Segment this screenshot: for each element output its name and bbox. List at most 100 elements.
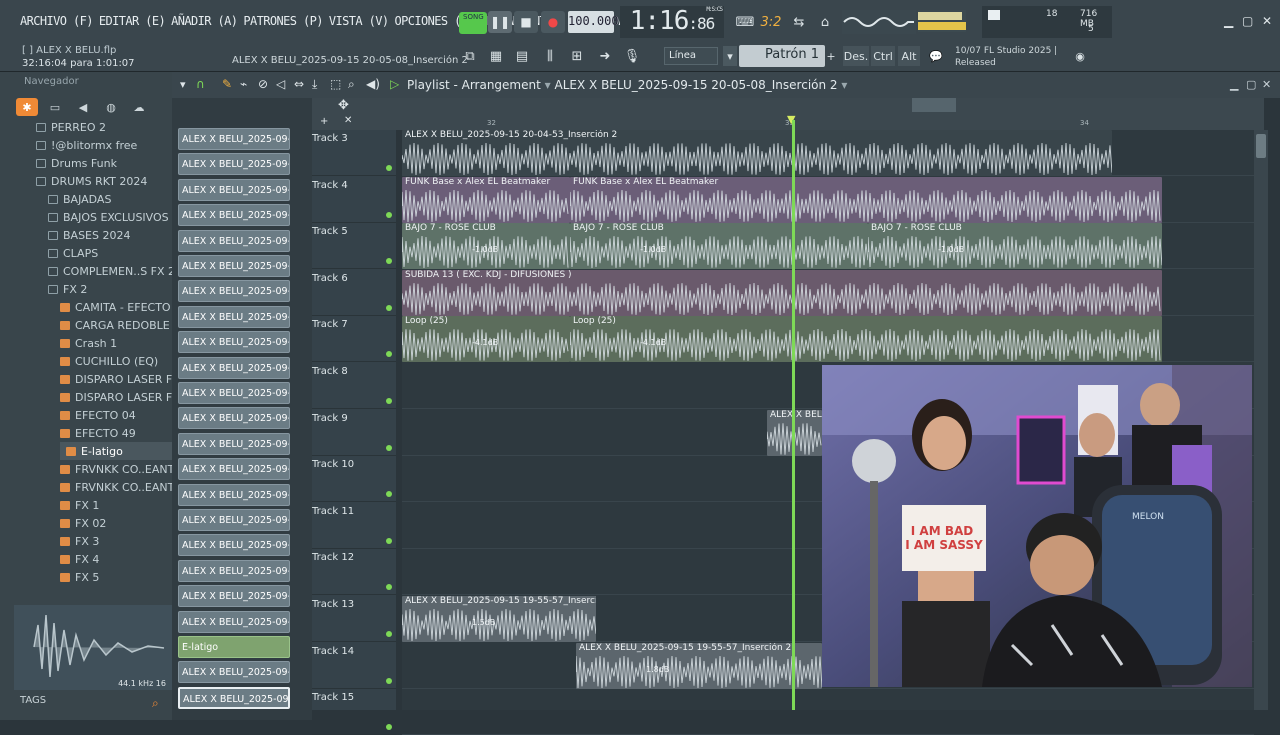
loop-record-icon[interactable]: ⇆ xyxy=(788,12,810,32)
track-mute-led[interactable] xyxy=(386,398,392,404)
browser-item[interactable]: Crash 1 xyxy=(60,334,117,352)
track-mute-led[interactable] xyxy=(386,677,392,684)
channel-button[interactable]: ALEX X BELU_2025-09-15... xyxy=(178,559,290,582)
playhead[interactable] xyxy=(792,120,795,710)
audio-clip[interactable]: BAJO 7 - ROSE CLUB -1.0dB xyxy=(570,223,868,270)
brush-icon[interactable]: ⌁ xyxy=(240,77,247,91)
play-arrow-icon[interactable]: ▷ xyxy=(390,77,399,91)
delete-icon[interactable]: ⊘ xyxy=(258,77,268,91)
browser-item[interactable]: Drums Funk xyxy=(36,154,117,172)
browser-item[interactable]: FX 02 xyxy=(60,514,106,532)
track-header[interactable]: Track 3 xyxy=(312,130,396,176)
track-mute-led[interactable] xyxy=(386,444,392,451)
track-mute-led[interactable] xyxy=(386,537,392,544)
keyboard-icon[interactable]: ⌨ xyxy=(734,12,756,32)
audio-clip[interactable]: ALEX X BELU_2025-09-15 19-55-57_Inserció… xyxy=(576,642,822,689)
playlist-view-icon[interactable]: ⧉ xyxy=(459,46,481,66)
browser-item[interactable]: E-latigo xyxy=(60,442,172,460)
browser-item[interactable]: COMPLEMEN..S FX 2024 xyxy=(48,262,172,280)
alt-button[interactable]: Alt xyxy=(898,46,920,66)
snap-mode-select[interactable]: Línea xyxy=(664,47,718,65)
add-pattern-button[interactable]: + xyxy=(825,46,837,66)
audio-clip[interactable]: ALEX X BELU_2025-09-15 20-04-53_Inserció… xyxy=(402,130,1112,176)
playback-icon[interactable]: ◀) xyxy=(366,77,380,91)
track-mute-led[interactable] xyxy=(386,491,392,498)
overview-scroll[interactable] xyxy=(912,98,956,112)
track-mute-led[interactable] xyxy=(386,631,392,637)
search-icon[interactable]: ⌕ xyxy=(152,696,159,711)
browser-item[interactable]: FX 2 xyxy=(48,280,87,298)
audio-clip[interactable]: Loop (25) -4.1dB xyxy=(570,316,1162,363)
channel-button[interactable]: ALEX X BELU_2025-09-15... xyxy=(178,458,290,481)
arrow-icon[interactable]: ➜ xyxy=(594,46,616,66)
zoom-icon[interactable]: ⌕ xyxy=(348,77,355,92)
globe-tab-icon[interactable]: ◍ xyxy=(100,98,122,116)
browser-item[interactable]: FRVNKK CO..EANTEO 2 xyxy=(60,478,172,496)
channel-button[interactable]: ALEX X BELU_2025-09-15... xyxy=(178,229,290,252)
channel-button[interactable]: ALEX X BELU_2025-09-15... xyxy=(178,483,290,506)
channel-button[interactable]: ALEX X BELU_2025-09-15... xyxy=(178,661,290,684)
channel-button[interactable]: ALEX X BELU_2025-09-15... xyxy=(178,153,290,176)
browser-item[interactable]: EFECTO 49 xyxy=(60,424,136,442)
record-button[interactable]: ● xyxy=(541,11,565,33)
track-mute-led[interactable] xyxy=(386,351,392,358)
master-volume-meter[interactable] xyxy=(918,10,966,32)
audio-clip[interactable]: FUNK Base x Alex EL Beatmaker xyxy=(402,176,570,223)
pattern-song-toggle[interactable]: SONG xyxy=(459,12,487,34)
browser-item[interactable]: EFECTO 04 xyxy=(60,406,136,424)
all-icon[interactable]: ✱ xyxy=(16,98,38,116)
browser-item[interactable]: FRVNKK CO..EANTEO 1 xyxy=(60,460,172,478)
browser-item[interactable]: DISPARO LASER FX xyxy=(60,388,172,406)
channel-rack-icon[interactable]: ▦ xyxy=(485,46,507,66)
audio-clip[interactable]: BAJO 7 - ROSE CLUB -1.0dB xyxy=(402,223,570,270)
pattern-prev[interactable]: ▾ xyxy=(723,46,737,66)
news-panel[interactable]: 10/07 FL Studio 2025 | Released xyxy=(955,45,1057,69)
add-track-icon[interactable]: + xyxy=(320,116,328,127)
vertical-scrollbar[interactable] xyxy=(1254,130,1268,710)
audio-clip[interactable]: SUBIDA 13 ( EXC. KDJ - DIFUSIONES ) xyxy=(402,269,1162,316)
pencil-icon[interactable]: ✎ xyxy=(222,77,232,91)
menu-item-2[interactable]: AÑADIR (A) xyxy=(171,14,238,28)
track-header[interactable]: Track 14 xyxy=(312,643,396,689)
channel-button[interactable]: ALEX X BELU_2025-09-15... xyxy=(178,178,290,201)
arrangement-name[interactable]: ALEX X BELU_2025-09-15 20-05-08_Inserció… xyxy=(555,78,838,92)
des-button[interactable]: Des. xyxy=(843,46,869,66)
channel-button[interactable]: ALEX X BELU_2025-09-15... xyxy=(178,128,290,150)
pattern-selector[interactable]: Patrón 1 xyxy=(739,45,825,67)
browser-item[interactable]: FX 3 xyxy=(60,532,99,550)
globe-icon[interactable]: ◉ xyxy=(1070,46,1090,66)
mute-icon[interactable]: ◁ xyxy=(276,77,285,91)
snap-step[interactable]: 3:2 xyxy=(760,12,782,32)
snap-all-icon[interactable]: ✥ xyxy=(338,98,349,113)
playlist-close-icon[interactable]: ✕ xyxy=(1262,78,1271,91)
browser-item[interactable]: BASES 2024 xyxy=(48,226,130,244)
track-header[interactable]: Track 12 xyxy=(312,549,396,596)
browser-item[interactable]: BAJOS EXCLUSIVOS xyxy=(48,208,169,226)
channel-button[interactable]: E-latigo xyxy=(178,636,290,658)
track-header[interactable]: Track 8 xyxy=(312,363,396,409)
mic-icon[interactable]: 🎙 xyxy=(621,46,643,66)
menu-item-3[interactable]: PATRONES (P) xyxy=(243,14,323,28)
channel-button[interactable]: ALEX X BELU_2025-09-15... xyxy=(178,204,290,227)
metronome-icon[interactable]: ⌂ xyxy=(814,12,836,32)
remove-track-icon[interactable]: ✕ xyxy=(344,115,352,126)
file-icon[interactable]: ▭ xyxy=(44,98,66,116)
channel-button[interactable]: ALEX X BELU_2025-09-15... xyxy=(178,331,290,354)
magnet-icon[interactable]: ∩ xyxy=(196,77,205,91)
channel-button[interactable]: ALEX X BELU_2025-09-15... xyxy=(178,280,290,303)
track-header[interactable]: Track 10 xyxy=(312,456,396,503)
track-mute-led[interactable] xyxy=(386,724,392,731)
track-header[interactable]: Track 4 xyxy=(312,177,396,223)
browser-item[interactable]: FX 1 xyxy=(60,496,99,514)
browser-item[interactable]: FX 4 xyxy=(60,550,99,568)
slip-icon[interactable]: ⇔ xyxy=(294,77,304,91)
track-header[interactable]: Track 6 xyxy=(312,270,396,316)
time-display[interactable]: 1:16:86 M:S:CS xyxy=(620,6,724,38)
audio-clip[interactable]: FUNK Base x Alex EL Beatmaker xyxy=(570,176,1162,223)
track-mute-led[interactable] xyxy=(386,258,392,265)
audio-clip[interactable]: ALEX X BELU_2025-09-15 19-55-57_Inserció… xyxy=(402,596,596,642)
browser-item[interactable]: CAMITA - EFECTO 102 xyxy=(60,298,172,316)
audio-clip[interactable]: Loop (25) -4.1dB xyxy=(402,316,570,363)
cloud-icon[interactable]: ☁ xyxy=(128,98,150,116)
tempo-display[interactable]: 100.000 xyxy=(568,11,619,33)
